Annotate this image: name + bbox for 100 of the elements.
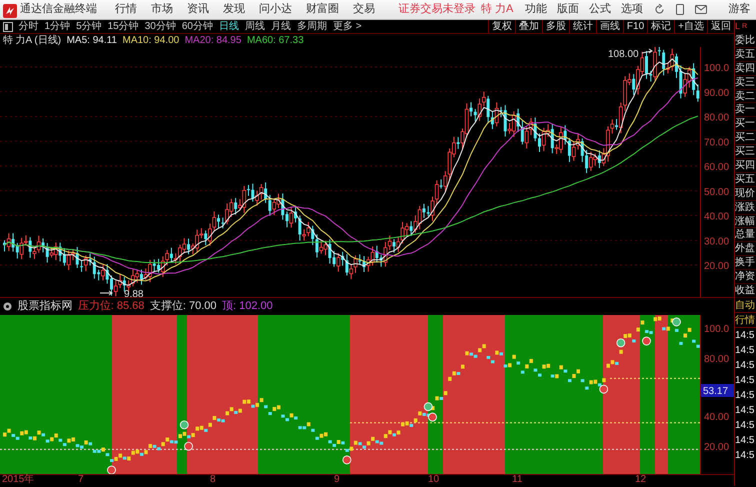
trade-time: 14:5 [735, 434, 756, 448]
menu-item[interactable]: 版面 [557, 1, 579, 18]
period-tab[interactable]: 多周期 [294, 20, 330, 33]
menu-item[interactable]: 功能 [525, 1, 547, 18]
ma-legend: MA5: 94.11 [66, 34, 117, 47]
arrow-icon [642, 48, 653, 54]
quote-field-label: 卖三 [735, 76, 756, 90]
menu-item[interactable]: 公式 [589, 1, 611, 18]
menu-item[interactable]: 发现 [223, 1, 245, 18]
axis-label: 20.00 [704, 442, 730, 454]
axis-label: 90.00 [704, 88, 730, 99]
quote-field-label: 买五 [735, 172, 756, 187]
quote-field-label: 买三 [735, 145, 756, 160]
axis-label: 40.00 [704, 212, 730, 222]
quote-field-label: 委比 [735, 34, 756, 48]
ma-legend: MA10: 94.00 [122, 34, 180, 47]
low-price-label: 9.88 [124, 289, 144, 298]
toolbar-button[interactable]: 画线 [596, 20, 623, 33]
axis-label: 100.0 [704, 63, 730, 74]
toolbar-button[interactable]: F10 [622, 20, 648, 33]
trade-time: 14:5 [735, 374, 756, 388]
toolbar-button[interactable]: 标记 [647, 20, 674, 33]
menu-item[interactable]: 交易 [353, 1, 375, 18]
axis-label: 20.00 [704, 261, 730, 272]
menu-item[interactable]: 选项 [621, 1, 643, 18]
toolbar-button[interactable]: 多股 [542, 20, 569, 33]
trade-time: 14:5 [735, 344, 756, 358]
date-label: 2015年 [2, 474, 34, 486]
period-tab[interactable]: 30分钟 [142, 20, 179, 33]
period-tab[interactable]: 日线 [216, 20, 242, 33]
indicator-name: 股票指标网 [17, 300, 72, 314]
menu-item[interactable]: 市场 [151, 1, 173, 18]
period-tab[interactable]: 更多 > [330, 20, 365, 33]
period-tab[interactable]: 分时 [16, 20, 42, 33]
axis-label: 50.00 [704, 186, 730, 198]
refresh-icon[interactable] [654, 4, 664, 15]
period-tab[interactable]: 周线 [242, 20, 268, 33]
toolbar-button[interactable]: 复权 [488, 20, 515, 33]
app-title: 通达信金融终端 [20, 2, 97, 18]
quote-field-label: 涨幅 [735, 214, 756, 228]
period-tab[interactable]: 月线 [268, 20, 294, 33]
date-label: 7 [78, 474, 84, 486]
quote-field-label: 卖四 [735, 62, 756, 76]
trade-time: 14:5 [735, 404, 756, 418]
panel-tab[interactable]: 自动 [735, 298, 756, 313]
axis-label: 60.00 [704, 162, 730, 173]
period-tab[interactable]: 1分钟 [42, 20, 74, 33]
axis-label: 80.00 [704, 354, 730, 366]
axis-label: 30.00 [704, 236, 730, 248]
quote-field-label: 买一 [735, 117, 756, 132]
app-logo-icon [3, 2, 17, 16]
message-icon[interactable] [694, 5, 706, 14]
login-status: 证券交易未登录 [398, 2, 476, 18]
phone-icon[interactable] [676, 4, 684, 15]
toolbar-button[interactable]: +自选 [674, 20, 707, 33]
date-label: 11 [512, 474, 522, 486]
trade-time: 14:5 [735, 358, 756, 373]
toolbar-button[interactable]: 返回 [707, 20, 734, 33]
user-label[interactable]: 游客 [728, 1, 750, 18]
trade-time: 14:5 [735, 448, 756, 463]
menu-item[interactable]: 财富圈 [306, 1, 339, 18]
quote-field-label: 卖二 [735, 90, 756, 104]
current-value-label: 53.17 [701, 384, 734, 398]
quote-field-label: 外盘 [735, 242, 756, 256]
axis-label: 80.00 [704, 112, 730, 124]
high-price-label: 108.00 [608, 49, 639, 60]
period-tab[interactable]: 60分钟 [178, 20, 216, 33]
chart-title: 特 力A (日线) [2, 34, 62, 47]
trade-time: 14:5 [735, 418, 756, 433]
date-label: 9 [334, 474, 340, 486]
toggle-left: L [735, 20, 740, 33]
quote-field-label: 换手 [735, 256, 756, 270]
ma-legend: MA20: 84.95 [184, 34, 242, 47]
quote-field-label: 涨跌 [735, 200, 756, 215]
toolbar-button[interactable]: 叠加 [514, 20, 542, 33]
axis-label: 40.00 [704, 412, 730, 424]
axis-label: 70.00 [704, 137, 730, 148]
quote-field-label: 现价 [735, 186, 756, 201]
menu-item[interactable]: 行情 [115, 1, 137, 18]
quote-field-label: 买四 [735, 159, 756, 173]
indicator-value: 顶: 102.00 [222, 300, 273, 314]
trade-time: 14:5 [735, 328, 756, 343]
period-tab[interactable]: 5分钟 [73, 20, 105, 33]
date-label: 10 [428, 474, 440, 486]
toolbar-button[interactable]: 统计 [568, 20, 596, 33]
indicator-value: 压力位: 85.68 [78, 300, 144, 314]
quote-field-label: 净资 [735, 270, 756, 284]
indicator-value: 支撑位: 70.00 [150, 300, 217, 314]
period-tab[interactable]: 15分钟 [104, 20, 142, 33]
quote-field-label: 买二 [735, 131, 756, 146]
panel-tab[interactable]: 行情 [735, 312, 756, 328]
trade-time: 14:5 [735, 388, 756, 403]
settings-icon[interactable] [2, 302, 12, 312]
menu-item[interactable]: 问小达 [259, 1, 292, 18]
quote-field-label: 卖一 [735, 103, 756, 118]
ma-legend: MA60: 67.33 [246, 34, 304, 47]
stock-name: 特 力A [481, 2, 514, 18]
quote-field-label: 卖五 [735, 48, 756, 62]
panel-toggle-icon[interactable] [2, 22, 13, 32]
menu-item[interactable]: 资讯 [187, 1, 209, 18]
